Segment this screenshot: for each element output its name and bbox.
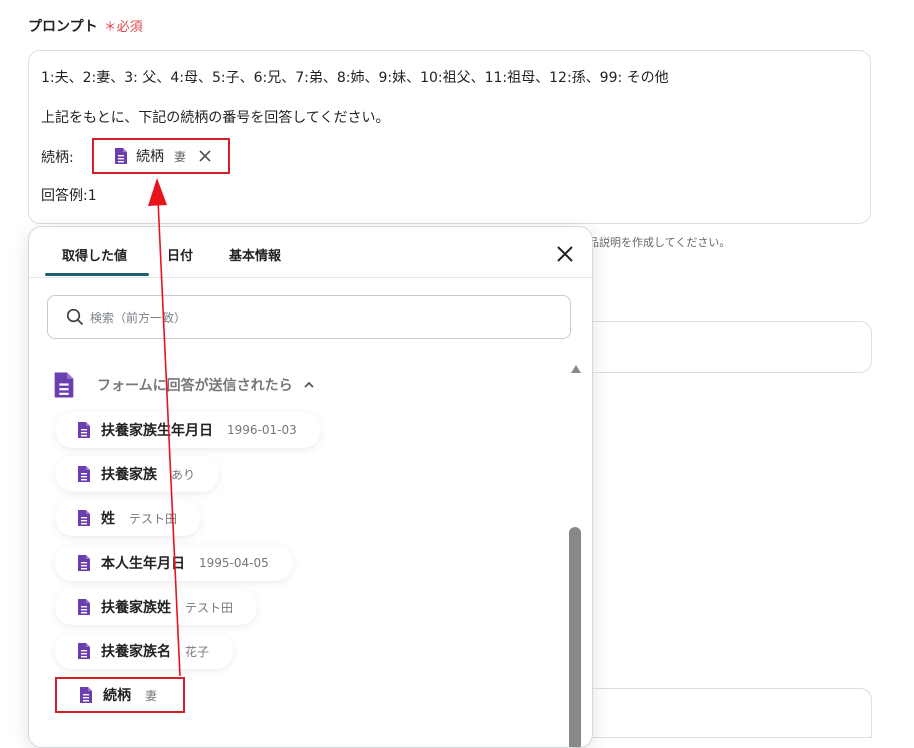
close-icon[interactable] [556,245,574,263]
background-input-field[interactable] [592,321,872,373]
item-value: 1996-01-03 [227,423,297,437]
item-name: 扶養家族姓 [101,600,171,616]
scrollbar-thumb[interactable] [569,527,581,747]
scroll-up-icon[interactable] [570,364,582,374]
chip-name: 続柄 [136,149,164,165]
value-picker-popup: 取得した値 日付 基本情報 検索（前方一致） フォームに回答が送信されたら 扶養… [28,226,593,748]
item-value: 花子 [185,644,210,659]
document-icon [79,686,93,704]
list-item[interactable]: 扶養家族生年月日 1996-01-03 [55,412,321,448]
tab-date[interactable]: 日付 [167,245,193,264]
item-value: テスト田 [185,600,234,615]
item-name: 扶養家族名 [101,644,171,660]
item-name: 続柄 [103,688,131,704]
list-item[interactable]: 扶養家族 あり [55,456,220,492]
required-badge: ＊必須 [103,20,143,35]
background-input-field-2[interactable] [592,688,872,738]
chevron-up-icon[interactable] [303,379,315,391]
inserted-variable-chip[interactable]: 続柄 妻 [92,138,230,174]
list-item-highlighted[interactable]: 続柄 妻 [55,677,185,713]
item-name: 扶養家族生年月日 [101,423,213,439]
tab-basic-info[interactable]: 基本情報 [229,245,281,264]
document-icon [77,642,91,660]
item-value: テスト田 [129,511,178,526]
list-item[interactable]: 扶養家族名 花子 [55,633,234,669]
chip-value: 妻 [174,149,187,164]
helper-text: 品説明を作成してください。 [588,236,731,249]
item-value: 妻 [145,688,158,703]
document-icon [77,598,91,616]
document-icon [77,509,91,527]
item-name: 姓 [101,511,115,527]
prompt-textarea[interactable]: 1:夫、2:妻、3: 父、4:母、5:子、6:兄、7:弟、8:姉、9:妹、10:… [28,50,871,224]
search-input[interactable]: 検索（前方一致） [47,295,571,339]
document-icon [77,554,91,572]
document-icon [77,421,91,439]
prompt-line-1: 1:夫、2:妻、3: 父、4:母、5:子、6:兄、7:弟、8:姉、9:妹、10:… [41,70,669,86]
document-icon [114,147,128,165]
prompt-line-4: 回答例:1 [41,188,97,204]
list-item[interactable]: 姓 テスト田 [55,500,202,536]
popup-tabs: 取得した値 日付 基本情報 [29,227,592,278]
list-item[interactable]: 本人生年月日 1995-04-05 [55,545,293,581]
remove-chip-icon[interactable] [198,149,212,163]
active-tab-indicator [45,273,149,276]
search-placeholder: 検索（前方一致） [90,310,187,325]
search-icon [66,308,84,326]
item-name: 本人生年月日 [101,556,185,572]
prompt-label: プロンプト ＊必須 [28,16,143,36]
document-icon [77,465,91,483]
section-header[interactable]: フォームに回答が送信されたら [53,371,315,399]
item-value: 1995-04-05 [199,556,269,570]
tab-acquired-values[interactable]: 取得した値 [62,245,127,264]
list-item[interactable]: 扶養家族姓 テスト田 [55,589,258,625]
prompt-line-3-label: 続柄: [41,150,74,166]
prompt-line-2: 上記をもとに、下記の続柄の番号を回答してください。 [41,110,390,126]
section-title: フォームに回答が送信されたら [97,378,293,394]
document-icon [53,371,75,399]
item-name: 扶養家族 [101,467,157,483]
item-value: あり [171,467,196,482]
prompt-label-text: プロンプト [28,19,98,35]
